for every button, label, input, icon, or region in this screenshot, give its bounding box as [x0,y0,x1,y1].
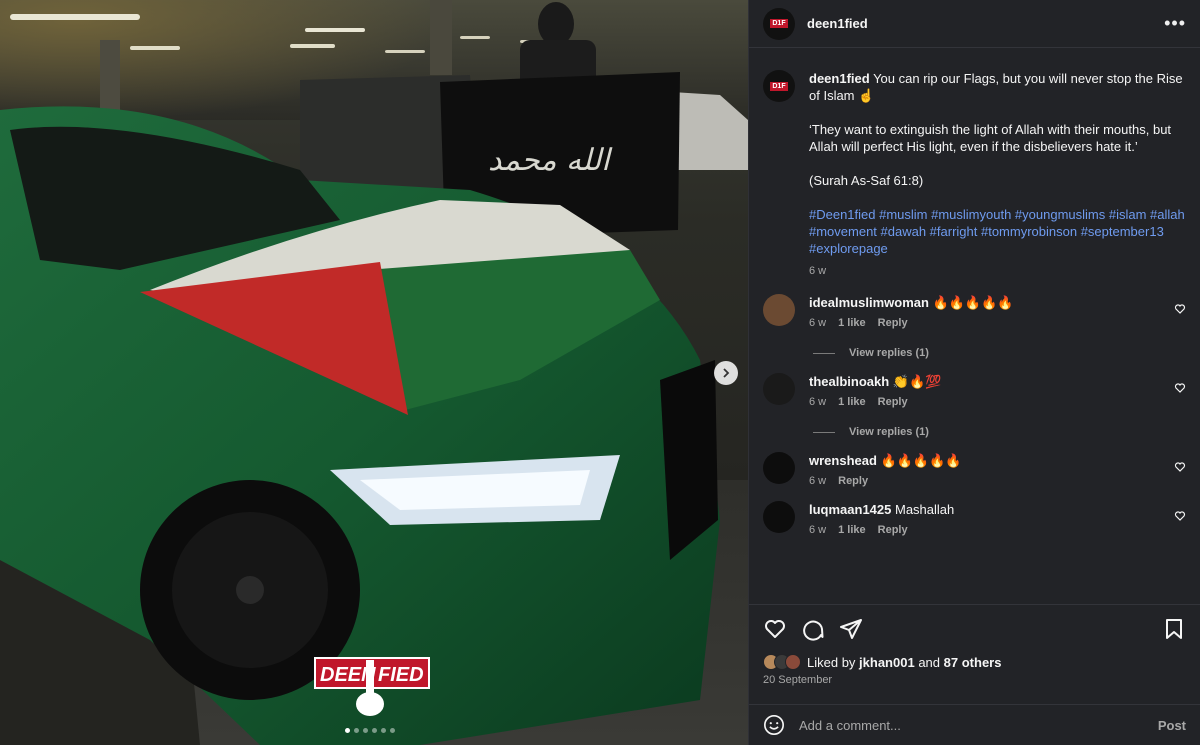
comment-input[interactable] [799,717,1158,733]
likes-prefix: Liked by [807,654,856,670]
post-comment-button[interactable]: Post [1158,718,1186,733]
author-avatar[interactable]: D1F [763,7,795,40]
comment-heart-icon[interactable] [1174,510,1186,522]
likes-others[interactable]: 87 others [944,655,1002,670]
photo-scene: الله محمد [0,0,748,745]
author-username[interactable]: deen1fied [807,16,868,31]
comment-username[interactable]: idealmuslimwoman [809,295,929,310]
caption-avatar[interactable]: D1F [763,70,795,102]
comment-age: 6 w [809,524,827,536]
deen1fied-watermark-logo: DEEN FIED [314,657,430,716]
comment-item: idealmuslimwoman 🔥🔥🔥🔥🔥 6 w 1 like Reply [763,294,1186,329]
carousel-dot [381,728,386,733]
next-photo-button[interactable] [714,361,738,385]
caption-reference: (Surah As-Saf 61:8) [809,173,924,188]
side-panel: D1F deen1fied ••• D1F deen1fied You can … [748,0,1200,745]
carousel-dot [363,728,368,733]
svg-text:الله محمد: الله محمد [488,143,613,178]
likes-user[interactable]: jkhan001 [859,655,915,670]
heart-icon[interactable] [763,617,787,641]
likes-conj: and [918,654,941,670]
likes-summary: Liked by jkhan001 and 87 others 20 Septe… [763,652,1186,686]
replies-line [813,431,835,433]
add-comment-bar: Post [749,704,1200,745]
comment-text: 👏🔥💯 [892,374,942,389]
caption-quote: ‘They want to extinguish the light of Al… [809,122,1172,154]
comment-likes[interactable]: 1 like [838,524,866,536]
post-caption: D1F deen1fied You can rip our Flags, but… [763,70,1186,280]
liker-avatars[interactable] [763,654,801,670]
comment-text: 🔥🔥🔥🔥🔥 [932,295,1014,310]
view-replies-label: View replies (1) [849,347,929,359]
post-photo[interactable]: الله محمد DEEN FIED [0,0,748,745]
action-bar [749,604,1200,652]
comment-heart-icon[interactable] [1174,461,1186,473]
post-header: D1F deen1fied ••• [749,0,1200,48]
comment-likes[interactable]: 1 like [838,396,866,408]
comment-username[interactable]: luqmaan1425 [809,502,891,517]
post-date: 20 September [763,674,833,686]
comment-avatar[interactable] [763,501,795,533]
comment-username[interactable]: thealbinoakh [809,374,889,389]
carousel-dots [345,728,395,733]
comment-avatar[interactable] [763,294,795,326]
comment-avatar[interactable] [763,373,795,405]
caption-hashtags[interactable]: #Deen1fied #muslim #muslimyouth #youngmu… [809,206,1186,257]
comment-icon[interactable] [801,617,825,641]
view-replies-button[interactable]: View replies (1) [813,426,1186,438]
share-icon[interactable] [839,617,863,641]
caption-username[interactable]: deen1fied [809,71,870,86]
comment-heart-icon[interactable] [1174,382,1186,394]
view-replies-label: View replies (1) [849,426,929,438]
comment-reply-button[interactable]: Reply [878,524,908,536]
view-replies-button[interactable]: View replies (1) [813,347,1186,359]
more-icon[interactable]: ••• [1164,13,1186,34]
comment-username[interactable]: wrenshead [809,453,877,468]
comments-scroll[interactable]: D1F deen1fied You can rip our Flags, but… [749,48,1200,604]
carousel-dot [345,728,350,733]
post-modal: الله محمد DEEN FIED D1F deen1fied ••• D1… [0,0,1200,745]
carousel-dot [372,728,377,733]
svg-text:FIED: FIED [378,664,424,686]
comment-age: 6 w [809,317,827,329]
comment-heart-icon[interactable] [1174,303,1186,315]
chevron-right-icon [723,368,730,378]
comment-text: 🔥🔥🔥🔥🔥 [880,453,962,468]
replies-line [813,352,835,354]
emoji-icon[interactable] [763,714,785,736]
comment-reply-button[interactable]: Reply [838,475,868,487]
comment-item: luqmaan1425 Mashallah 6 w 1 like Reply [763,501,1186,536]
comment-reply-button[interactable]: Reply [878,317,908,329]
comment-text: Mashallah [895,502,955,517]
comment-reply-button[interactable]: Reply [878,396,908,408]
caption-age: 6 w [809,265,827,277]
save-icon[interactable] [1162,617,1186,641]
comment-likes[interactable]: 1 like [838,317,866,329]
carousel-dot [354,728,359,733]
comment-avatar[interactable] [763,452,795,484]
comment-age: 6 w [809,396,827,408]
comment-list: idealmuslimwoman 🔥🔥🔥🔥🔥 6 w 1 like Reply … [763,294,1186,536]
comment-item: wrenshead 🔥🔥🔥🔥🔥 6 w Reply [763,452,1186,487]
carousel-dot [390,728,395,733]
comment-age: 6 w [809,475,827,487]
comment-item: thealbinoakh 👏🔥💯 6 w 1 like Reply [763,373,1186,408]
